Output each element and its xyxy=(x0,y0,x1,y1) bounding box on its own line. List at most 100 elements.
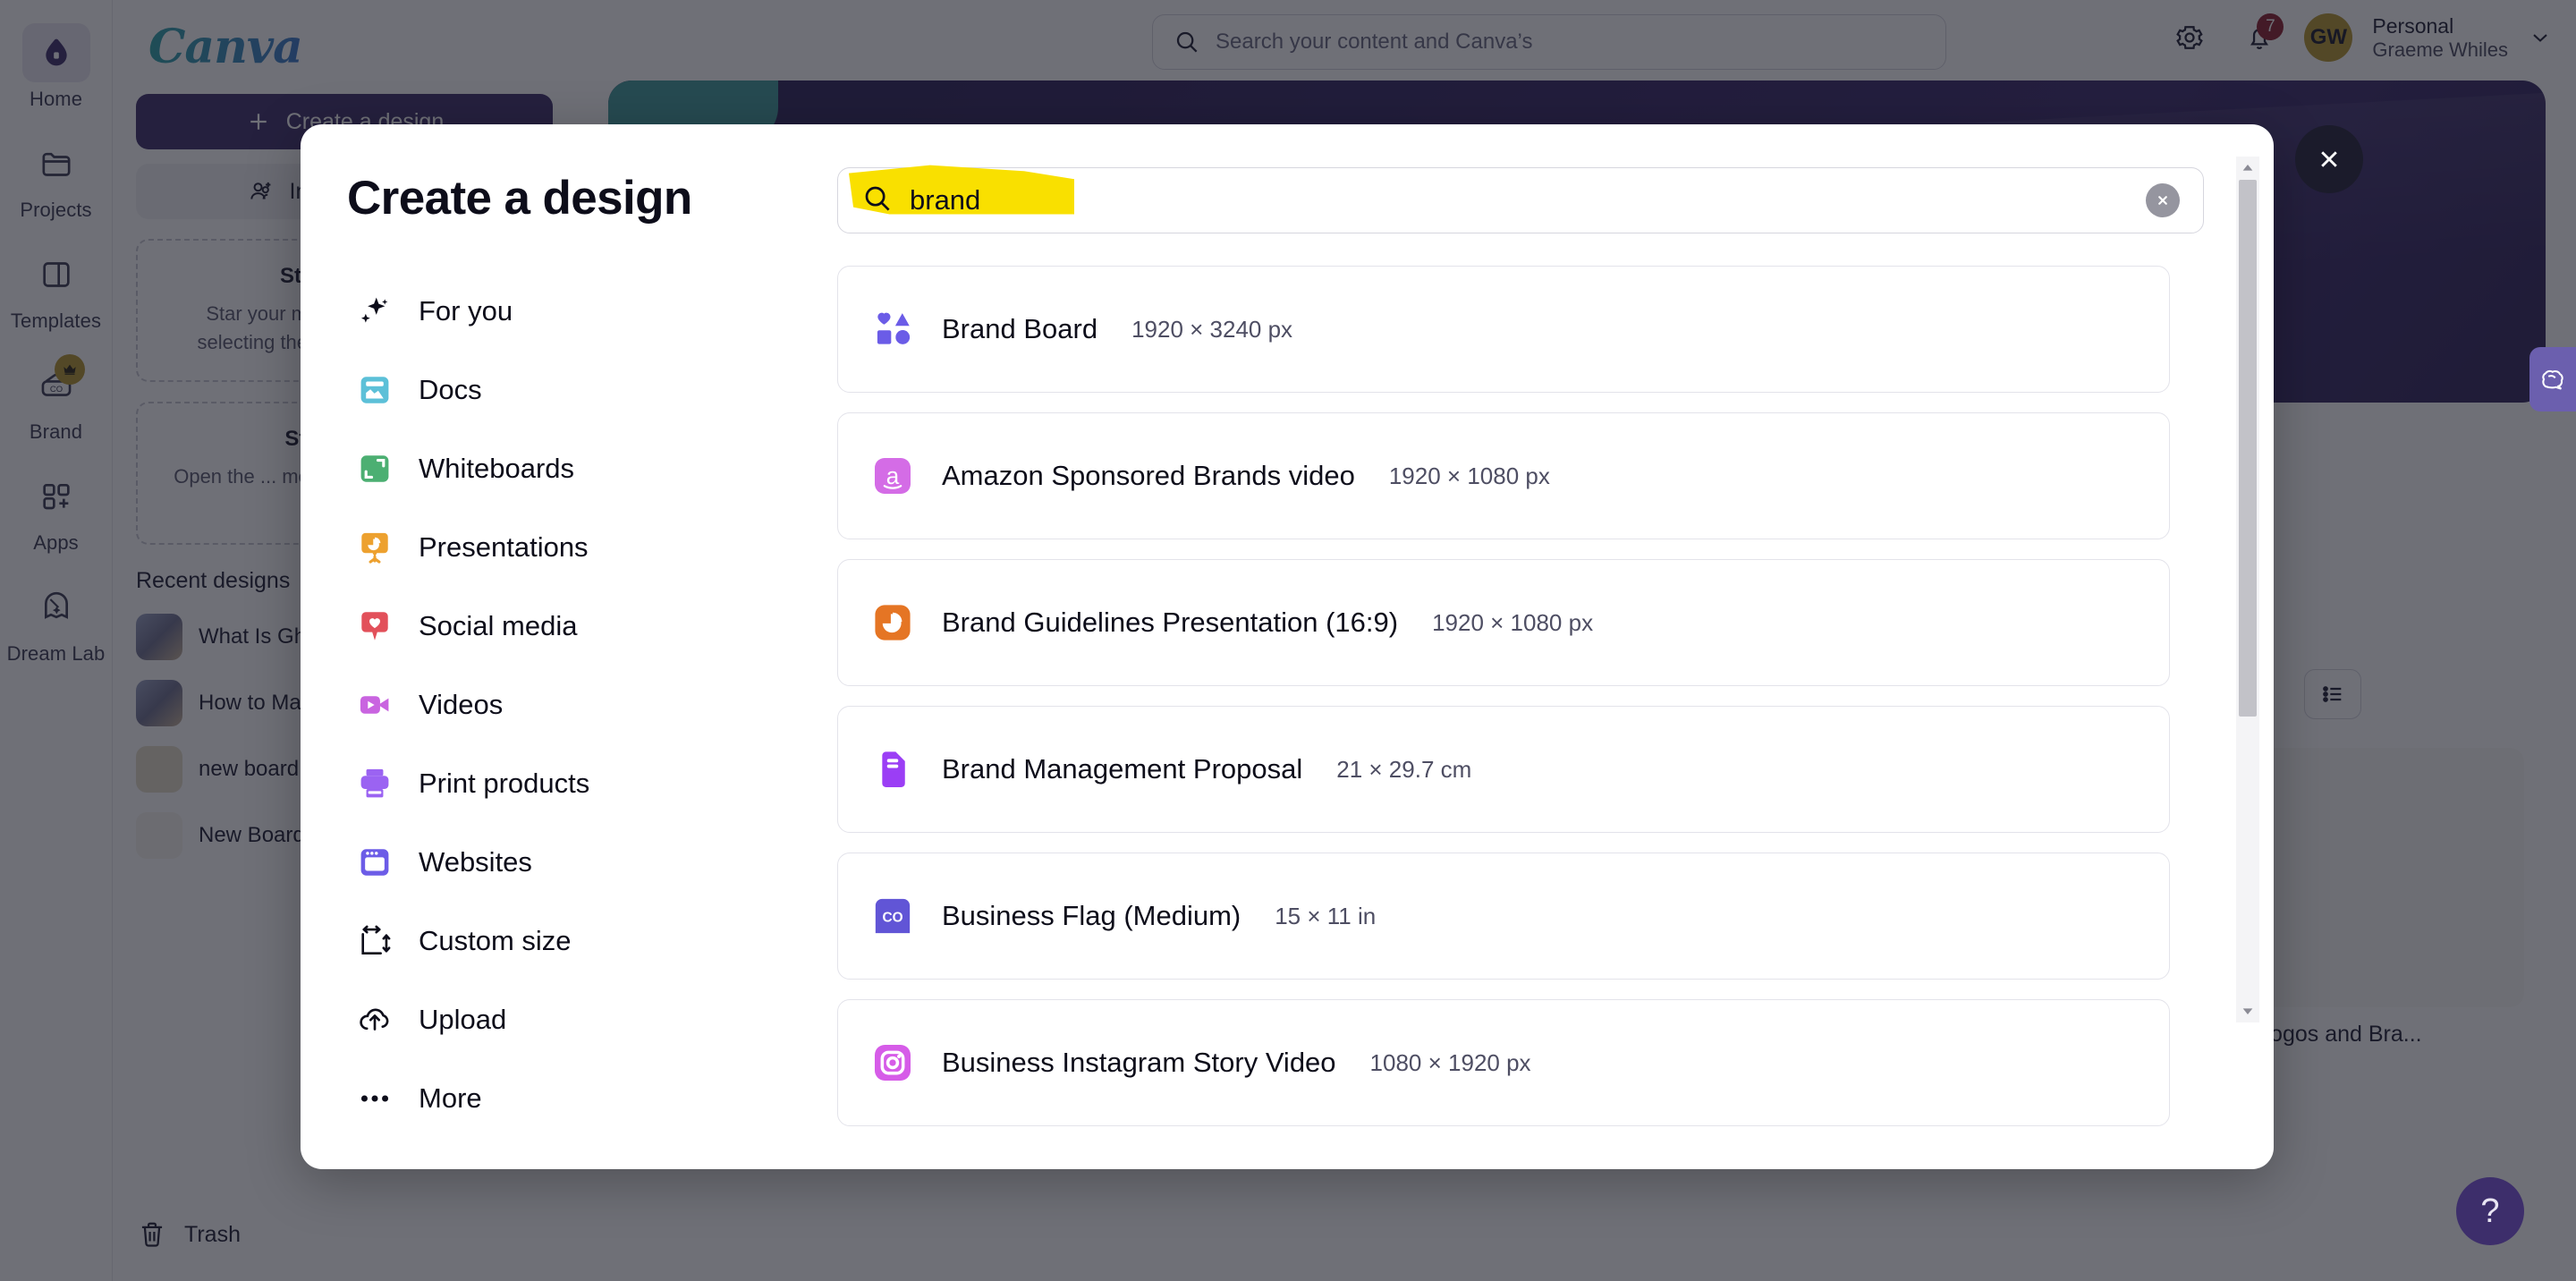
modal-nav-item-docs[interactable]: Docs xyxy=(347,351,837,429)
search-result-name: Brand Management Proposal xyxy=(942,753,1303,785)
modal-nav-item-presentations[interactable]: Presentations xyxy=(347,508,837,587)
modal-search-input[interactable]: brand xyxy=(837,165,2204,233)
sidebar-label-apps: Apps xyxy=(33,531,79,554)
folder-icon xyxy=(22,134,90,193)
sidebar-item-apps[interactable]: Apps xyxy=(6,467,106,555)
list-view-icon xyxy=(2323,686,2342,702)
modal-content: brand Brand Board 1920 × 3240 px a Amazo… xyxy=(837,124,2274,1169)
account-switcher[interactable]: Personal Graeme Whiles xyxy=(2372,13,2508,63)
modal-nav-item-print-products[interactable]: Print products xyxy=(347,744,837,823)
modal-nav-item-more[interactable]: More xyxy=(347,1059,837,1138)
close-icon xyxy=(2321,151,2337,167)
presentation-icon xyxy=(869,598,917,647)
sidebar-item-brand[interactable]: CO Brand xyxy=(6,354,106,444)
svg-text:a: a xyxy=(886,462,900,489)
top-bar: Search your content and Canva’s 7 GW Per… xyxy=(578,0,2576,77)
modal-nav-label: Custom size xyxy=(419,925,572,956)
amazon-icon: a xyxy=(869,452,917,500)
scrollbar-thumb[interactable] xyxy=(2239,180,2257,717)
canva-homepage: Home Projects Templates CO Brand Apps Dr… xyxy=(0,0,2576,1281)
results-scrollbar[interactable] xyxy=(2236,157,2259,1022)
videos-icon xyxy=(354,684,395,725)
social-media-icon xyxy=(354,606,395,647)
modal-nav-label: Whiteboards xyxy=(419,453,575,484)
modal-nav-label: Websites xyxy=(419,846,532,878)
gear-icon xyxy=(2176,26,2204,49)
custom-size-icon xyxy=(354,920,395,962)
top-bar-actions: 7 GW Personal Graeme Whiles xyxy=(2165,13,2553,63)
sidebar-label-projects: Projects xyxy=(20,199,92,221)
presentations-icon xyxy=(354,527,395,568)
modal-title: Create a design xyxy=(347,172,692,225)
search-result-name: Business Instagram Story Video xyxy=(942,1047,1336,1078)
search-result-name: Business Flag (Medium) xyxy=(942,900,1241,931)
search-result-item[interactable]: a Amazon Sponsored Brands video 1920 × 1… xyxy=(837,412,2170,539)
global-search-placeholder: Search your content and Canva’s xyxy=(1216,30,1533,54)
settings-button[interactable] xyxy=(2165,13,2215,63)
search-result-name: Brand Board xyxy=(942,313,1098,344)
create-design-modal: Create a design For you Docs Whiteboards xyxy=(301,124,2274,1169)
search-result-dimensions: 1080 × 1920 px xyxy=(1369,1048,1531,1076)
flag-icon: CO xyxy=(869,892,917,940)
scroll-down-button[interactable] xyxy=(2241,999,2255,1022)
notifications-button[interactable]: 7 xyxy=(2234,13,2284,63)
modal-nav-label: Docs xyxy=(419,374,482,405)
search-result-dimensions: 21 × 29.7 cm xyxy=(1336,755,1472,783)
crown-icon xyxy=(54,354,85,385)
sidebar-label-home: Home xyxy=(29,88,83,110)
clear-icon xyxy=(2158,196,2167,205)
account-type: Personal xyxy=(2372,13,2454,38)
modal-nav-item-social-media[interactable]: Social media xyxy=(347,587,837,666)
scrollbar-track[interactable] xyxy=(2236,180,2259,999)
modal-nav-label: Print products xyxy=(419,768,590,799)
sidebar-item-home[interactable]: Home xyxy=(6,23,106,111)
modal-nav-label: Social media xyxy=(419,610,578,641)
modal-nav-item-websites[interactable]: Websites xyxy=(347,823,837,902)
modal-nav-label: Upload xyxy=(419,1004,507,1035)
list-view-toggle[interactable] xyxy=(2304,669,2361,719)
sidebar-item-projects[interactable]: Projects xyxy=(6,134,106,222)
search-result-name: Brand Guidelines Presentation (16:9) xyxy=(942,607,1399,638)
modal-nav: Create a design For you Docs Whiteboards xyxy=(301,124,837,1169)
modal-nav-item-upload[interactable]: Upload xyxy=(347,980,837,1059)
clear-search-button[interactable] xyxy=(2146,183,2180,217)
sidebar-label-dream-lab: Dream Lab xyxy=(6,642,106,665)
global-search-input[interactable]: Search your content and Canva’s xyxy=(1152,14,1946,70)
search-result-dimensions: 1920 × 1080 px xyxy=(1388,462,1550,489)
scroll-up-button[interactable] xyxy=(2241,157,2255,180)
modal-nav-item-custom-size[interactable]: Custom size xyxy=(347,902,837,980)
canva-logo[interactable]: Canva xyxy=(148,20,555,74)
modal-nav-item-whiteboards[interactable]: Whiteboards xyxy=(347,429,837,508)
sidebar-item-trash[interactable]: Trash xyxy=(136,1218,241,1251)
invite-people-icon xyxy=(250,182,270,199)
design-thumbnail xyxy=(136,745,182,793)
websites-icon xyxy=(354,842,395,883)
help-button[interactable]: ? xyxy=(2456,1177,2524,1245)
notification-badge: 7 xyxy=(2257,13,2284,40)
avatar[interactable]: GW xyxy=(2304,13,2353,62)
modal-search-value: brand xyxy=(910,184,981,216)
modal-nav-item-videos[interactable]: Videos xyxy=(347,666,837,744)
modal-nav-label: Presentations xyxy=(419,531,589,563)
plus-icon xyxy=(250,114,267,130)
search-result-name: Amazon Sponsored Brands video xyxy=(942,460,1355,491)
search-result-item[interactable]: Brand Management Proposal 21 × 29.7 cm xyxy=(837,706,2170,833)
sidebar-label-templates: Templates xyxy=(10,310,102,332)
svg-text:CO: CO xyxy=(882,911,902,926)
instagram-icon xyxy=(869,1039,917,1087)
modal-nav-item-for-you[interactable]: For you xyxy=(347,272,837,351)
modal-nav-label: For you xyxy=(419,295,513,327)
design-thumbnail xyxy=(136,613,182,660)
search-result-item[interactable]: Brand Guidelines Presentation (16:9) 192… xyxy=(837,559,2170,686)
search-result-item[interactable]: Brand Board 1920 × 3240 px xyxy=(837,266,2170,393)
help-label: ? xyxy=(2480,1192,2500,1230)
chevron-down-icon[interactable] xyxy=(2528,25,2553,50)
svg-text:CO: CO xyxy=(49,385,62,394)
search-result-item[interactable]: CO Business Flag (Medium) 15 × 11 in xyxy=(837,853,2170,980)
close-modal-button[interactable] xyxy=(2295,125,2363,193)
brain-icon[interactable] xyxy=(2529,347,2576,411)
search-result-item[interactable]: Business Instagram Story Video 1080 × 19… xyxy=(837,999,2170,1126)
apps-icon xyxy=(22,467,90,526)
sidebar-item-templates[interactable]: Templates xyxy=(6,245,106,333)
sidebar-item-dream-lab[interactable]: Dream Lab xyxy=(6,578,106,666)
